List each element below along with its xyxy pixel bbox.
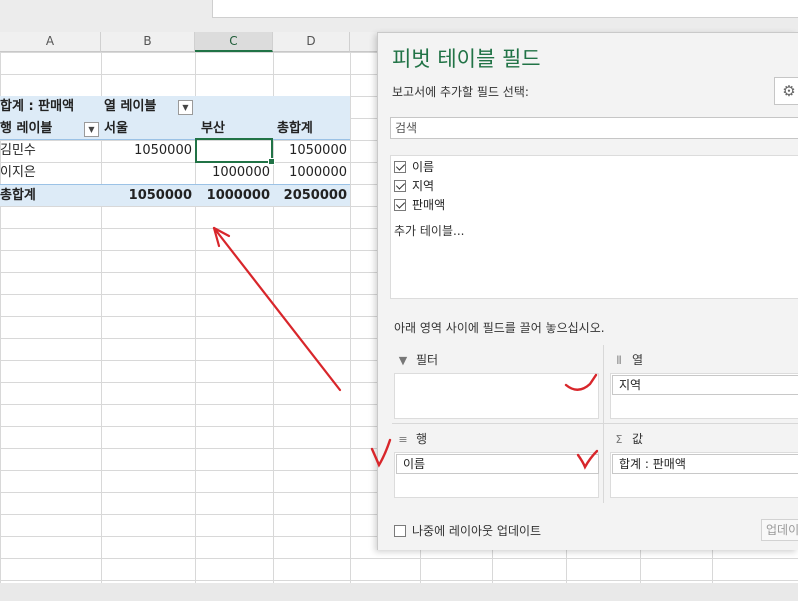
pivot-row-label[interactable]: 김민수: [0, 140, 36, 162]
gridline: [350, 52, 351, 601]
pivot-total-cell[interactable]: 2050000: [273, 185, 350, 207]
table-row: 김민수 1050000 1050000: [0, 140, 350, 162]
rows-area-item[interactable]: 이름: [396, 454, 599, 474]
row-filter-dropdown-icon[interactable]: ▼: [84, 122, 99, 137]
values-area-item[interactable]: 합계 : 판매액: [612, 454, 798, 474]
bottom-strip: [0, 583, 798, 601]
field-label: 이름: [412, 160, 435, 174]
pivot-cell[interactable]: 1050000: [101, 140, 195, 162]
column-header-a[interactable]: A: [0, 32, 101, 52]
filter-area-header: ▼ 필터: [396, 350, 438, 370]
rows-icon: ≡: [398, 433, 408, 446]
update-button[interactable]: 업데이트: [761, 519, 798, 541]
filter-area-label: 필터: [416, 353, 439, 367]
field-item-region[interactable]: 지역: [394, 177, 434, 195]
checkbox-unchecked-icon[interactable]: [394, 524, 406, 537]
top-strip: [0, 0, 798, 32]
more-tables-link[interactable]: 추가 테이블...: [394, 222, 464, 239]
pivot-value-caption[interactable]: 합계 : 판매액: [0, 96, 74, 118]
field-item-sales[interactable]: 판매액: [394, 196, 445, 214]
checkbox-checked-icon[interactable]: [394, 160, 406, 173]
columns-icon: ⦀: [616, 354, 622, 367]
sigma-icon: Σ: [615, 433, 623, 446]
field-item-name[interactable]: 이름: [394, 158, 434, 176]
pivot-grand-total-label[interactable]: 총합계: [0, 185, 36, 207]
column-header-d[interactable]: D: [273, 32, 350, 52]
column-header-c[interactable]: C: [195, 32, 273, 52]
drag-hint: 아래 영역 사이에 필드를 끌어 놓으십시오.: [394, 321, 605, 335]
rows-area-label: 행: [416, 432, 428, 446]
columns-area-header: ⦀ 열: [612, 350, 643, 370]
columns-area-label: 열: [632, 353, 644, 367]
active-cell-selection[interactable]: [195, 138, 275, 165]
column-filter-dropdown-icon[interactable]: ▼: [178, 100, 193, 115]
area-divider: [392, 423, 798, 424]
area-divider: [603, 345, 604, 503]
rows-area-header: ≡ 행: [396, 429, 427, 449]
field-list: 이름 지역 판매액 추가 테이블...: [390, 155, 798, 299]
pivot-cell[interactable]: [101, 162, 195, 184]
pivot-row-labels-caption[interactable]: 행 레이블: [0, 118, 52, 140]
defer-layout-update[interactable]: 나중에 레이아웃 업데이트: [394, 523, 541, 539]
pivot-total-cell[interactable]: 1000000: [195, 185, 273, 207]
pivot-cell[interactable]: 1000000: [195, 162, 273, 184]
field-label: 판매액: [412, 198, 446, 212]
filter-icon: ▼: [398, 354, 408, 367]
pivot-cell[interactable]: 1050000: [273, 140, 350, 162]
pivot-cell[interactable]: 1000000: [273, 162, 350, 184]
table-row: 이지은 1000000 1000000: [0, 162, 350, 184]
pivot-column-labels-caption[interactable]: 열 레이블: [104, 96, 156, 118]
pivot-column-header-row: 행 레이블 ▼ 서울 부산 총합계: [0, 118, 350, 140]
values-area-label: 값: [632, 432, 644, 446]
filter-drop-zone[interactable]: [394, 373, 599, 419]
pivot-header-total[interactable]: 총합계: [277, 118, 313, 140]
pivot-grand-total-row: 총합계 1050000 1000000 2050000: [0, 184, 350, 206]
defer-label: 나중에 레이아웃 업데이트: [412, 524, 542, 538]
checkbox-checked-icon[interactable]: [394, 179, 406, 192]
field-label: 지역: [412, 179, 435, 193]
pivot-row-label[interactable]: 이지은: [0, 162, 36, 184]
pane-subtitle: 보고서에 추가할 필드 선택:: [392, 85, 529, 99]
pivot-header-busan[interactable]: 부산: [201, 118, 225, 140]
formula-bar-area[interactable]: [212, 0, 798, 18]
field-search-input[interactable]: 검색: [390, 117, 798, 139]
gear-icon[interactable]: ⚙: [774, 77, 798, 105]
column-header-b[interactable]: B: [101, 32, 195, 52]
pivot-header-seoul[interactable]: 서울: [104, 118, 128, 140]
checkbox-checked-icon[interactable]: [394, 198, 406, 211]
columns-area-item[interactable]: 지역: [612, 375, 798, 395]
pivot-header-row: 합계 : 판매액 열 레이블 ▼: [0, 96, 350, 118]
values-area-header: Σ값: [612, 429, 644, 449]
pivot-total-cell[interactable]: 1050000: [101, 185, 195, 207]
pivot-field-pane: 피벗 테이블 필드 보고서에 추가할 필드 선택: ⚙ 검색 이름 지역 판매액…: [377, 32, 798, 550]
pane-title: 피벗 테이블 필드: [392, 47, 541, 71]
